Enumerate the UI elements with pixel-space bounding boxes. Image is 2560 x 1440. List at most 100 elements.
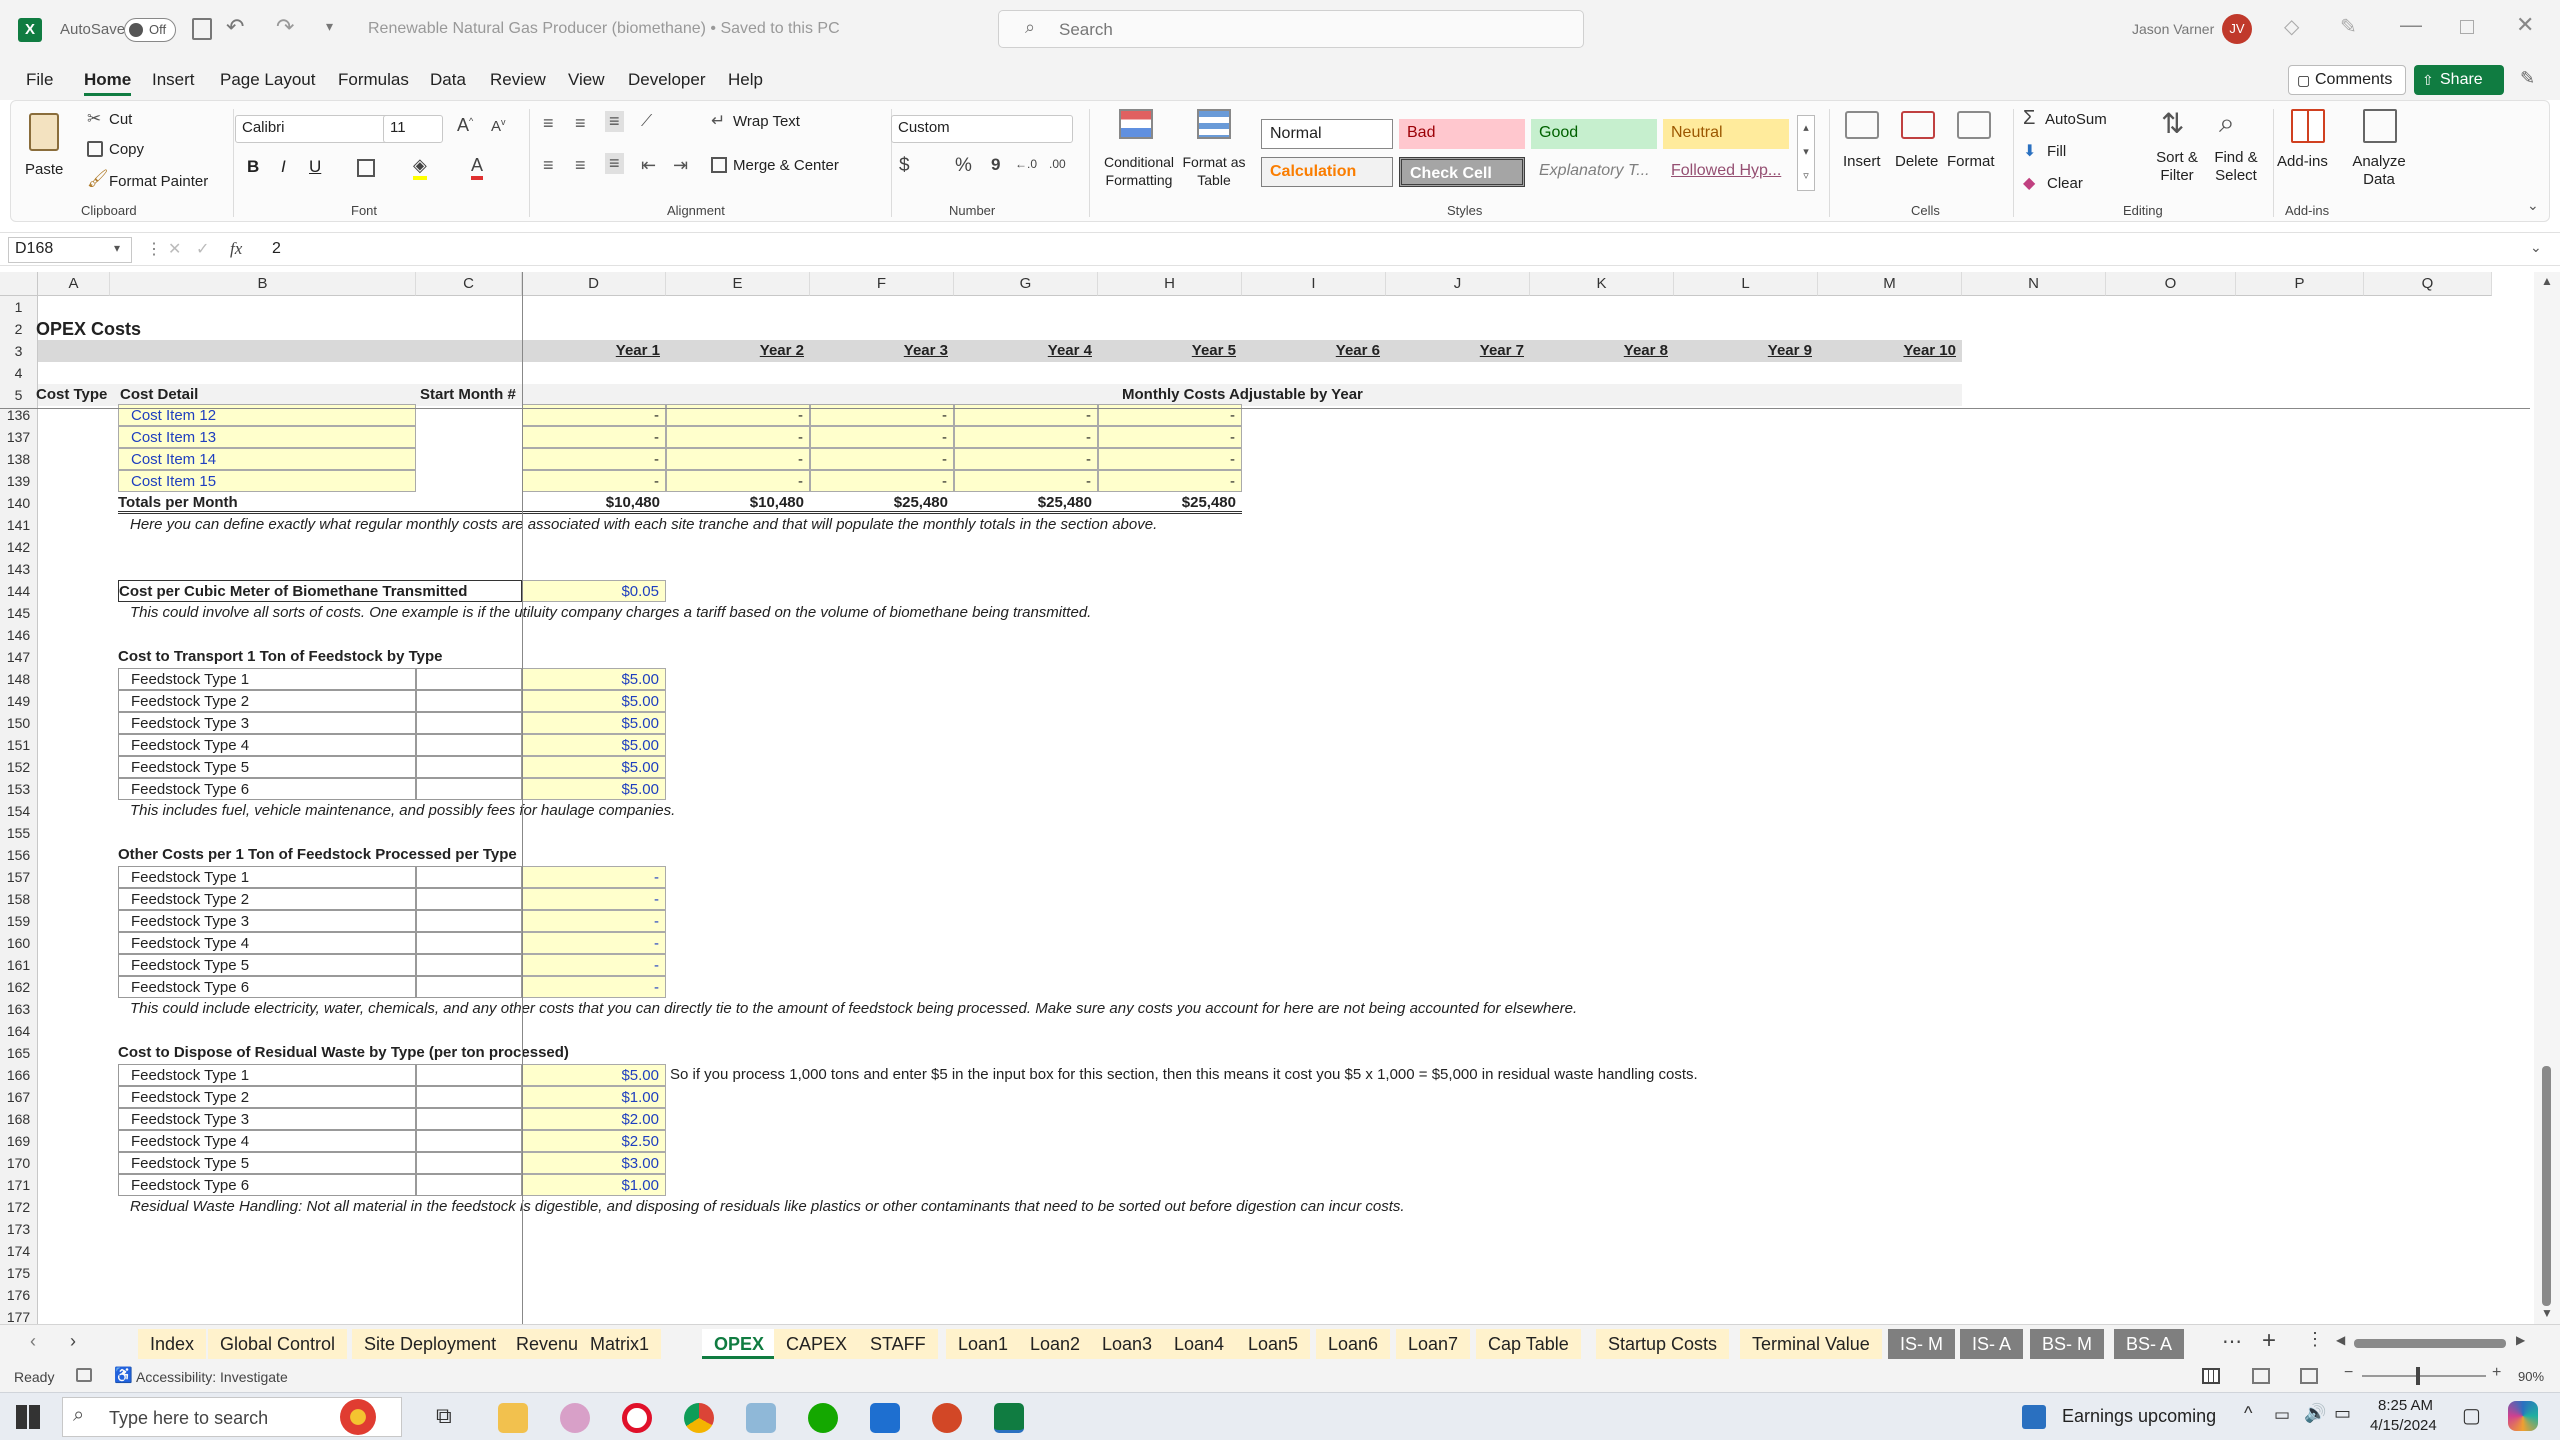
sheet-tab-site-deployment[interactable]: Site Deployment: [352, 1329, 509, 1359]
totals-value[interactable]: $10,480: [666, 492, 810, 514]
style-explanatory[interactable]: Explanatory T...: [1531, 157, 1657, 187]
column-header-k[interactable]: K: [1530, 272, 1674, 296]
style-normal[interactable]: Normal: [1261, 119, 1393, 149]
column-header-e[interactable]: E: [666, 272, 810, 296]
paste-button[interactable]: Paste: [25, 109, 67, 193]
sheet-title-cell[interactable]: OPEX Costs: [36, 318, 436, 340]
zoom-level[interactable]: 90%: [2518, 1369, 2544, 1384]
format-painter-button[interactable]: Format Painter: [109, 173, 208, 190]
feedstock-label[interactable]: Feedstock Type 3: [118, 910, 416, 932]
transport-title[interactable]: Cost to Transport 1 Ton of Feedstock by …: [118, 646, 442, 668]
row-header[interactable]: 155: [0, 822, 38, 844]
style-check-cell[interactable]: Check Cell: [1399, 157, 1525, 187]
row-header[interactable]: 154: [0, 800, 38, 822]
feedstock-label[interactable]: Feedstock Type 1: [118, 866, 416, 888]
flower-icon[interactable]: [340, 1399, 376, 1435]
style-calculation[interactable]: Calculation: [1261, 157, 1393, 187]
row-header[interactable]: 140: [0, 492, 38, 514]
note-text[interactable]: This could involve all sorts of costs. O…: [130, 602, 1091, 624]
other-cost-value[interactable]: -: [522, 910, 666, 932]
font-color-icon[interactable]: A: [471, 155, 484, 180]
row-header[interactable]: 162: [0, 976, 38, 998]
transport-value[interactable]: $5.00: [522, 668, 666, 690]
feedstock-label[interactable]: Feedstock Type 6: [118, 976, 416, 998]
sheet-tab-index[interactable]: Index: [138, 1329, 207, 1359]
row-header[interactable]: 141: [0, 514, 38, 536]
totals-value[interactable]: $25,480: [954, 492, 1098, 514]
align-left-icon[interactable]: ≡: [543, 155, 554, 176]
cut-button[interactable]: Cut: [109, 111, 132, 128]
shrink-font-icon[interactable]: Av: [491, 117, 506, 135]
align-right-icon[interactable]: ≡: [605, 153, 624, 174]
upwork-icon[interactable]: [808, 1403, 838, 1433]
dispose-value[interactable]: $2.50: [522, 1130, 666, 1152]
menu-data[interactable]: Data: [430, 70, 466, 90]
cost-item-value[interactable]: -: [954, 426, 1098, 448]
row-header[interactable]: 169: [0, 1130, 38, 1152]
empty-cell[interactable]: [416, 668, 522, 690]
formula-input[interactable]: 2: [272, 240, 281, 258]
cost-item-label[interactable]: Cost Item 13: [118, 426, 416, 448]
sort-filter-button[interactable]: ⇅ Sort & Filter: [2147, 107, 2205, 197]
fill-button[interactable]: Fill: [2047, 143, 2066, 160]
document-title[interactable]: Renewable Natural Gas Producer (biometha…: [368, 20, 840, 38]
row-header[interactable]: 4: [0, 362, 38, 384]
row-header[interactable]: 172: [0, 1196, 38, 1218]
autosum-icon[interactable]: Σ: [2023, 107, 2035, 130]
zoom-slider[interactable]: [2362, 1367, 2486, 1385]
row-header[interactable]: 138: [0, 448, 38, 470]
select-all-corner[interactable]: [0, 272, 38, 296]
format-painter-icon[interactable]: 🖌: [87, 169, 109, 189]
year-header[interactable]: Year 7: [1386, 340, 1530, 362]
grow-font-icon[interactable]: A^: [457, 115, 473, 136]
cost-item-value[interactable]: -: [1098, 470, 1242, 492]
empty-cell[interactable]: [416, 932, 522, 954]
task-view-icon[interactable]: ⧉: [436, 1403, 452, 1429]
stock-chart-icon[interactable]: [2022, 1405, 2046, 1429]
menu-view[interactable]: View: [568, 70, 605, 90]
feedstock-label[interactable]: Feedstock Type 6: [118, 1174, 416, 1196]
orientation-icon[interactable]: ⟋: [641, 113, 652, 131]
empty-cell[interactable]: [416, 712, 522, 734]
scissors-icon[interactable]: ✂: [87, 109, 101, 129]
cost-item-value[interactable]: -: [810, 470, 954, 492]
accessibility-status[interactable]: Accessibility: Investigate: [136, 1369, 288, 1385]
fill-color-icon[interactable]: ◈: [413, 155, 427, 180]
dispose-title[interactable]: Cost to Dispose of Residual Waste by Typ…: [118, 1042, 569, 1064]
hscroll-right-icon[interactable]: ▶: [2516, 1333, 2525, 1347]
empty-cell[interactable]: [416, 976, 522, 998]
opera-icon[interactable]: [622, 1403, 652, 1433]
feedstock-label[interactable]: Feedstock Type 5: [118, 1152, 416, 1174]
copy-button[interactable]: Copy: [109, 141, 144, 158]
column-header-c[interactable]: C: [416, 272, 522, 296]
empty-cell[interactable]: [416, 778, 522, 800]
other-cost-value[interactable]: -: [522, 932, 666, 954]
name-box-dropdown-icon[interactable]: ▾: [114, 241, 120, 255]
cost-item-value[interactable]: -: [522, 470, 666, 492]
notifications-icon[interactable]: ▢: [2462, 1403, 2481, 1428]
wrap-text-icon[interactable]: ↵: [711, 111, 725, 131]
find-select-button[interactable]: ⌕ Find & Select: [2205, 107, 2267, 197]
cost-item-value[interactable]: -: [1098, 426, 1242, 448]
indent-decrease-icon[interactable]: ⇤: [641, 155, 656, 176]
merge-center-button[interactable]: Merge & Center: [733, 157, 839, 174]
row-header[interactable]: 145: [0, 602, 38, 624]
cost-item-value[interactable]: -: [666, 448, 810, 470]
sheet-tab-loan3[interactable]: Loan3: [1090, 1329, 1165, 1359]
snipping-tool-icon[interactable]: [560, 1403, 590, 1433]
horizontal-scrollbar[interactable]: ◀ ▶: [2336, 1333, 2530, 1351]
year-header[interactable]: Year 10: [1818, 340, 1962, 362]
battery-icon[interactable]: ▭: [2274, 1405, 2290, 1425]
sheet-tab-bs-a[interactable]: BS- A: [2114, 1329, 2185, 1359]
news-widget[interactable]: Earnings upcoming: [2062, 1406, 2216, 1427]
empty-cell[interactable]: [416, 690, 522, 712]
bold-button[interactable]: B: [247, 157, 259, 177]
empty-cell[interactable]: [416, 734, 522, 756]
row-header[interactable]: 174: [0, 1240, 38, 1262]
row-header[interactable]: 168: [0, 1108, 38, 1130]
row-header[interactable]: 144: [0, 580, 38, 602]
expand-formula-icon[interactable]: ⌄: [2530, 239, 2542, 256]
save-icon[interactable]: [192, 18, 212, 40]
row-header[interactable]: 164: [0, 1020, 38, 1042]
empty-cell[interactable]: [416, 1108, 522, 1130]
